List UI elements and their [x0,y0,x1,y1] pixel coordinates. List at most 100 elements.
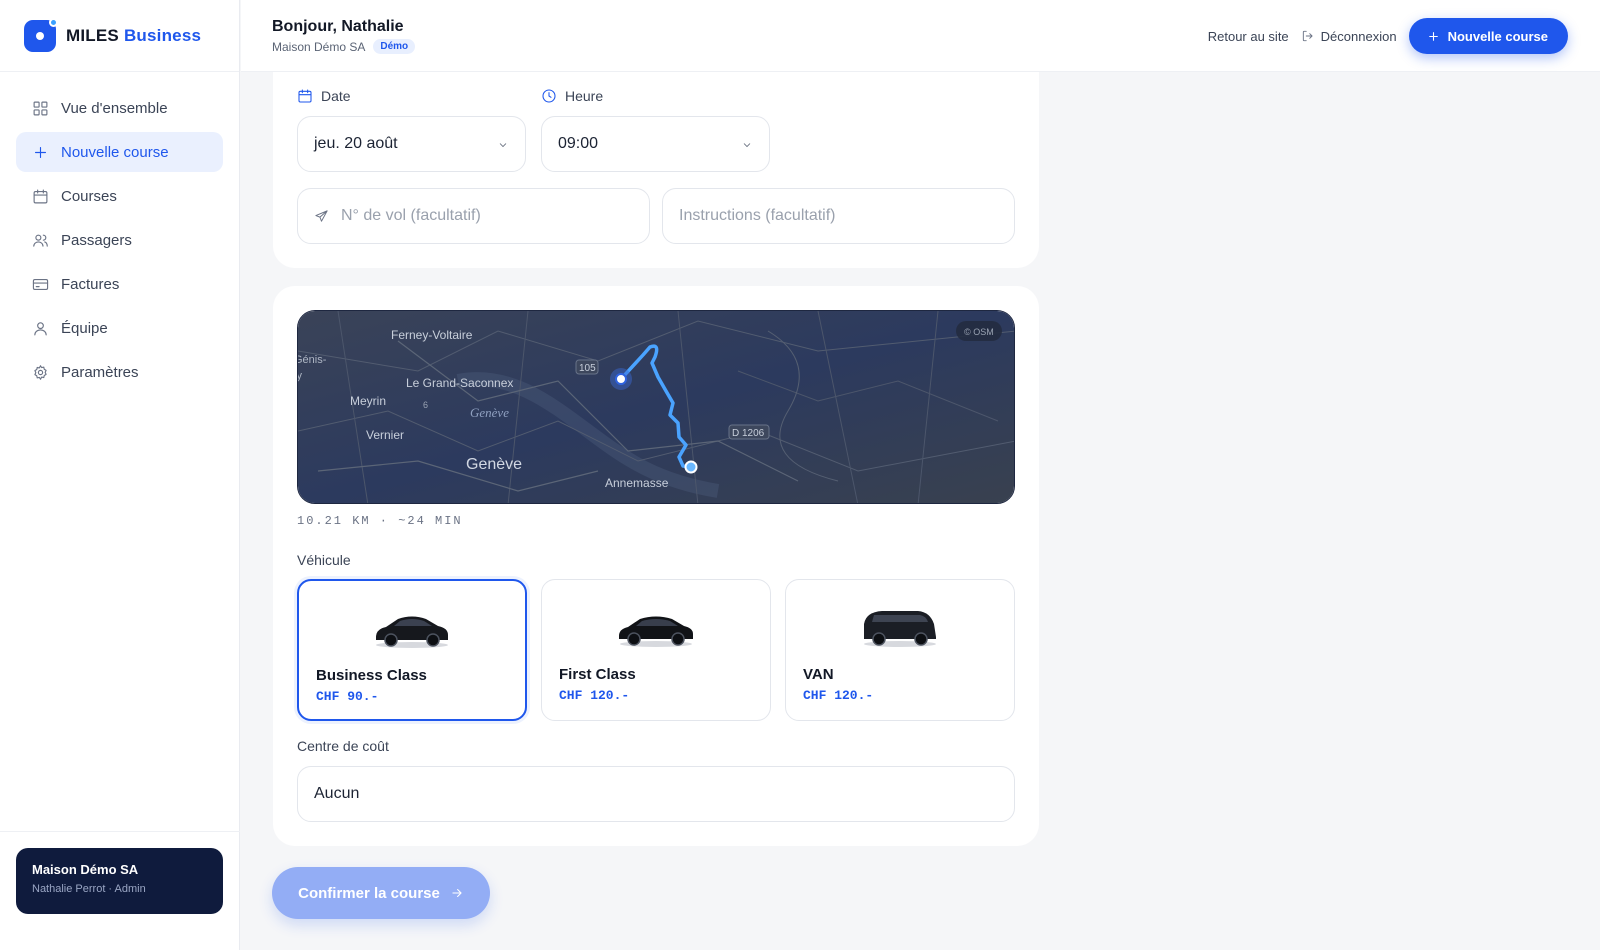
user-icon [34,321,47,335]
org-name: Maison Démo SA [32,862,139,877]
sidebar-item-team[interactable]: Équipe [16,308,223,348]
sidebar-item-label: Factures [61,275,120,293]
date-label: Date [297,88,351,104]
date-select[interactable]: jeu. 20 août [297,116,526,172]
map-label-road-105: 105 [579,363,596,374]
map-canvas: Ferney-Voltaire Génis- ly Le Grand-Sacon… [298,311,1014,503]
map-label-road-d1206: D 1206 [732,428,765,439]
time-label: Heure [541,88,603,104]
sedan-car-icon [619,616,693,647]
cost-center-value: Aucun [314,785,360,802]
vehicle-label-text: Véhicule [297,552,351,568]
new-ride-button[interactable]: Nouvelle course [1408,18,1568,54]
plus-icon [34,146,47,158]
map-label-road-6: 6 [423,400,428,410]
van-icon [864,611,936,647]
demo-badge: Démo [373,39,416,54]
greeting: Bonjour, Nathalie [272,18,404,35]
back-to-site-link[interactable]: Retour au site [1208,29,1289,44]
sidebar: MILES Business Vue d'ensemble Nouvelle co… [0,0,240,950]
logout-icon [1302,30,1313,42]
cost-center-select[interactable]: Aucun [297,766,1015,822]
map-label-meyrin: Meyrin [350,394,386,408]
sidebar-nav: Vue d'ensemble Nouvelle course Courses P… [0,72,239,412]
pickup-marker[interactable] [615,373,627,385]
chevron-down-icon [499,143,507,148]
clock-icon [542,89,556,103]
users-icon [33,234,48,247]
calendar-icon [298,89,312,103]
map-label-vernier: Vernier [366,428,404,442]
sidebar-item-label: Passagers [61,231,132,249]
map-label-geneve: Genève [466,456,522,473]
credit-card-icon [32,278,49,290]
map-label-genis: Génis- [298,354,327,366]
route-distance-duration: 10.21 KM · ~24 MIN [297,514,463,528]
header-actions: Retour au site Déconnexion Nouvelle cour… [1208,18,1568,54]
org-user: Nathalie Perrot · Admin [32,883,146,895]
cost-center-label: Centre de coût [297,738,389,754]
vehicle-name: VAN [803,666,834,683]
vehicle-price: CHF 120.- [559,688,630,703]
confirm-ride-label: Confirmer la course [298,884,440,902]
schedule-card: Date jeu. 20 août Heure 09:00 N° de vol … [273,72,1039,268]
arrow-right-icon [452,888,462,898]
vehicle-name: First Class [559,666,636,683]
instructions-placeholder: Instructions (facultatif) [679,207,836,224]
dropoff-marker[interactable] [684,460,698,474]
calendar-icon [33,189,48,203]
date-value: jeu. 20 août [314,135,398,152]
back-to-site-label: Retour au site [1207,28,1289,44]
vehicle-price: CHF 120.- [803,688,874,703]
sedan-car-icon [376,616,448,648]
vehicle-option-business[interactable]: Business Class CHF 90.- [297,579,527,721]
flight-number-placeholder: N° de vol (facultatif) [341,207,481,224]
vehicle-option-first[interactable]: First Class CHF 120.- [541,579,771,721]
new-ride-label: Nouvelle course [1447,28,1548,44]
vehicle-price: CHF 90.- [316,689,379,704]
sidebar-item-settings[interactable]: Paramètres [16,352,223,392]
route-map[interactable]: Ferney-Voltaire Génis- ly Le Grand-Sacon… [297,310,1015,504]
chevron-down-icon [743,143,751,148]
confirm-ride-button[interactable]: Confirmer la course [272,867,490,919]
brand-name-part1: MILES [66,25,119,45]
sidebar-item-label: Courses [61,187,117,205]
sidebar-item-label: Paramètres [61,363,139,381]
logout-link[interactable]: Déconnexion [1301,29,1397,44]
brand[interactable]: MILES Business [0,0,239,72]
instructions-input[interactable]: Instructions (facultatif) [662,188,1015,244]
organization-card[interactable]: Maison Démo SA Nathalie Perrot · Admin [16,848,223,914]
company-line: Maison Démo SA Démo [272,39,416,54]
plane-icon [315,209,328,222]
vehicle-label: Véhicule [297,552,351,568]
brand-name-part2: Business [123,25,202,45]
map-label-lake-geneva: Genève [470,405,509,420]
map-label-grand-saconnex: Le Grand-Saconnex [406,376,513,390]
sidebar-divider [0,831,240,832]
map-attribution: © OSM [964,327,994,337]
flight-number-input[interactable]: N° de vol (facultatif) [297,188,650,244]
top-header: Bonjour, Nathalie Maison Démo SA Démo Re… [241,0,1600,72]
sidebar-item-overview[interactable]: Vue d'ensemble [16,88,223,128]
plus-icon [1428,31,1438,41]
logout-label: Déconnexion [1320,28,1397,44]
time-value: 09:00 [558,135,599,152]
sidebar-item-passengers[interactable]: Passagers [16,220,223,260]
sidebar-item-new-ride[interactable]: Nouvelle course [16,132,223,172]
cost-center-label-text: Centre de coût [297,738,389,754]
sidebar-item-label: Nouvelle course [61,143,169,161]
brand-name: MILES Business [66,26,201,46]
brand-logo-icon [24,17,58,52]
sidebar-item-rides[interactable]: Courses [16,176,223,216]
ride-details-card: Ferney-Voltaire Génis- ly Le Grand-Sacon… [273,286,1039,846]
vehicle-option-van[interactable]: VAN CHF 120.- [785,579,1015,721]
map-label-genis-suffix: ly [298,370,302,382]
sidebar-item-label: Vue d'ensemble [61,99,168,117]
grid-icon [33,101,48,115]
map-label-ferney: Ferney-Voltaire [391,328,473,342]
vehicle-name: Business Class [316,667,427,684]
sidebar-item-invoices[interactable]: Factures [16,264,223,304]
gear-icon [34,364,47,380]
date-label-text: Date [321,88,351,104]
time-select[interactable]: 09:00 [541,116,770,172]
